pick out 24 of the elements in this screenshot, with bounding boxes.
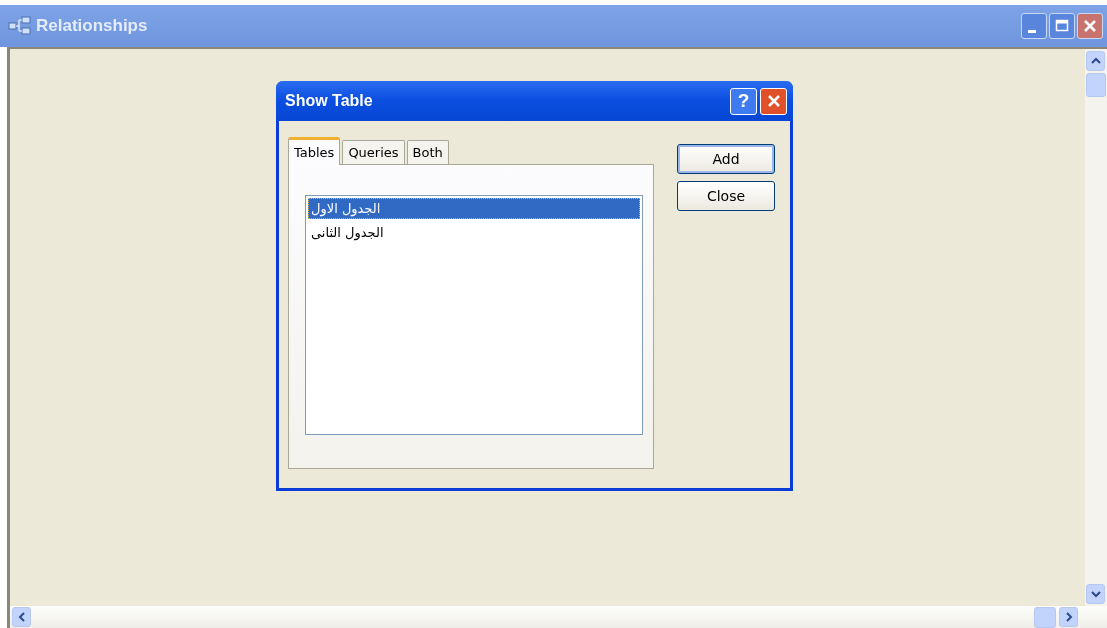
minimize-button[interactable]	[1021, 13, 1047, 39]
scroll-thumb[interactable]	[1086, 73, 1106, 97]
scroll-thumb[interactable]	[1034, 606, 1056, 628]
tab[interactable]: Queries	[342, 140, 405, 164]
scroll-up-button[interactable]	[1086, 51, 1105, 71]
close-button[interactable]	[1077, 13, 1103, 39]
scroll-left-button[interactable]	[12, 607, 31, 627]
tab[interactable]: Tables	[288, 137, 341, 165]
list-item[interactable]: الجدول الثانى	[308, 222, 640, 243]
minimize-icon	[1028, 29, 1036, 33]
window-title: Relationships	[36, 16, 148, 36]
maximize-button[interactable]	[1049, 13, 1075, 39]
close-icon	[765, 93, 782, 109]
dialog-title: Show Table	[285, 92, 374, 110]
tab[interactable]: Both	[406, 140, 449, 164]
scroll-down-button[interactable]	[1086, 584, 1105, 604]
dialog-button[interactable]: Close	[677, 181, 775, 211]
relationship-icon	[8, 16, 32, 36]
list-item[interactable]: الجدول الاول	[308, 198, 640, 219]
help-button[interactable]: ?	[730, 87, 757, 115]
maximize-icon	[1055, 19, 1069, 33]
close-icon	[1083, 19, 1097, 33]
dialog-button[interactable]: Add	[677, 144, 775, 174]
scroll-right-button[interactable]	[1059, 607, 1078, 627]
